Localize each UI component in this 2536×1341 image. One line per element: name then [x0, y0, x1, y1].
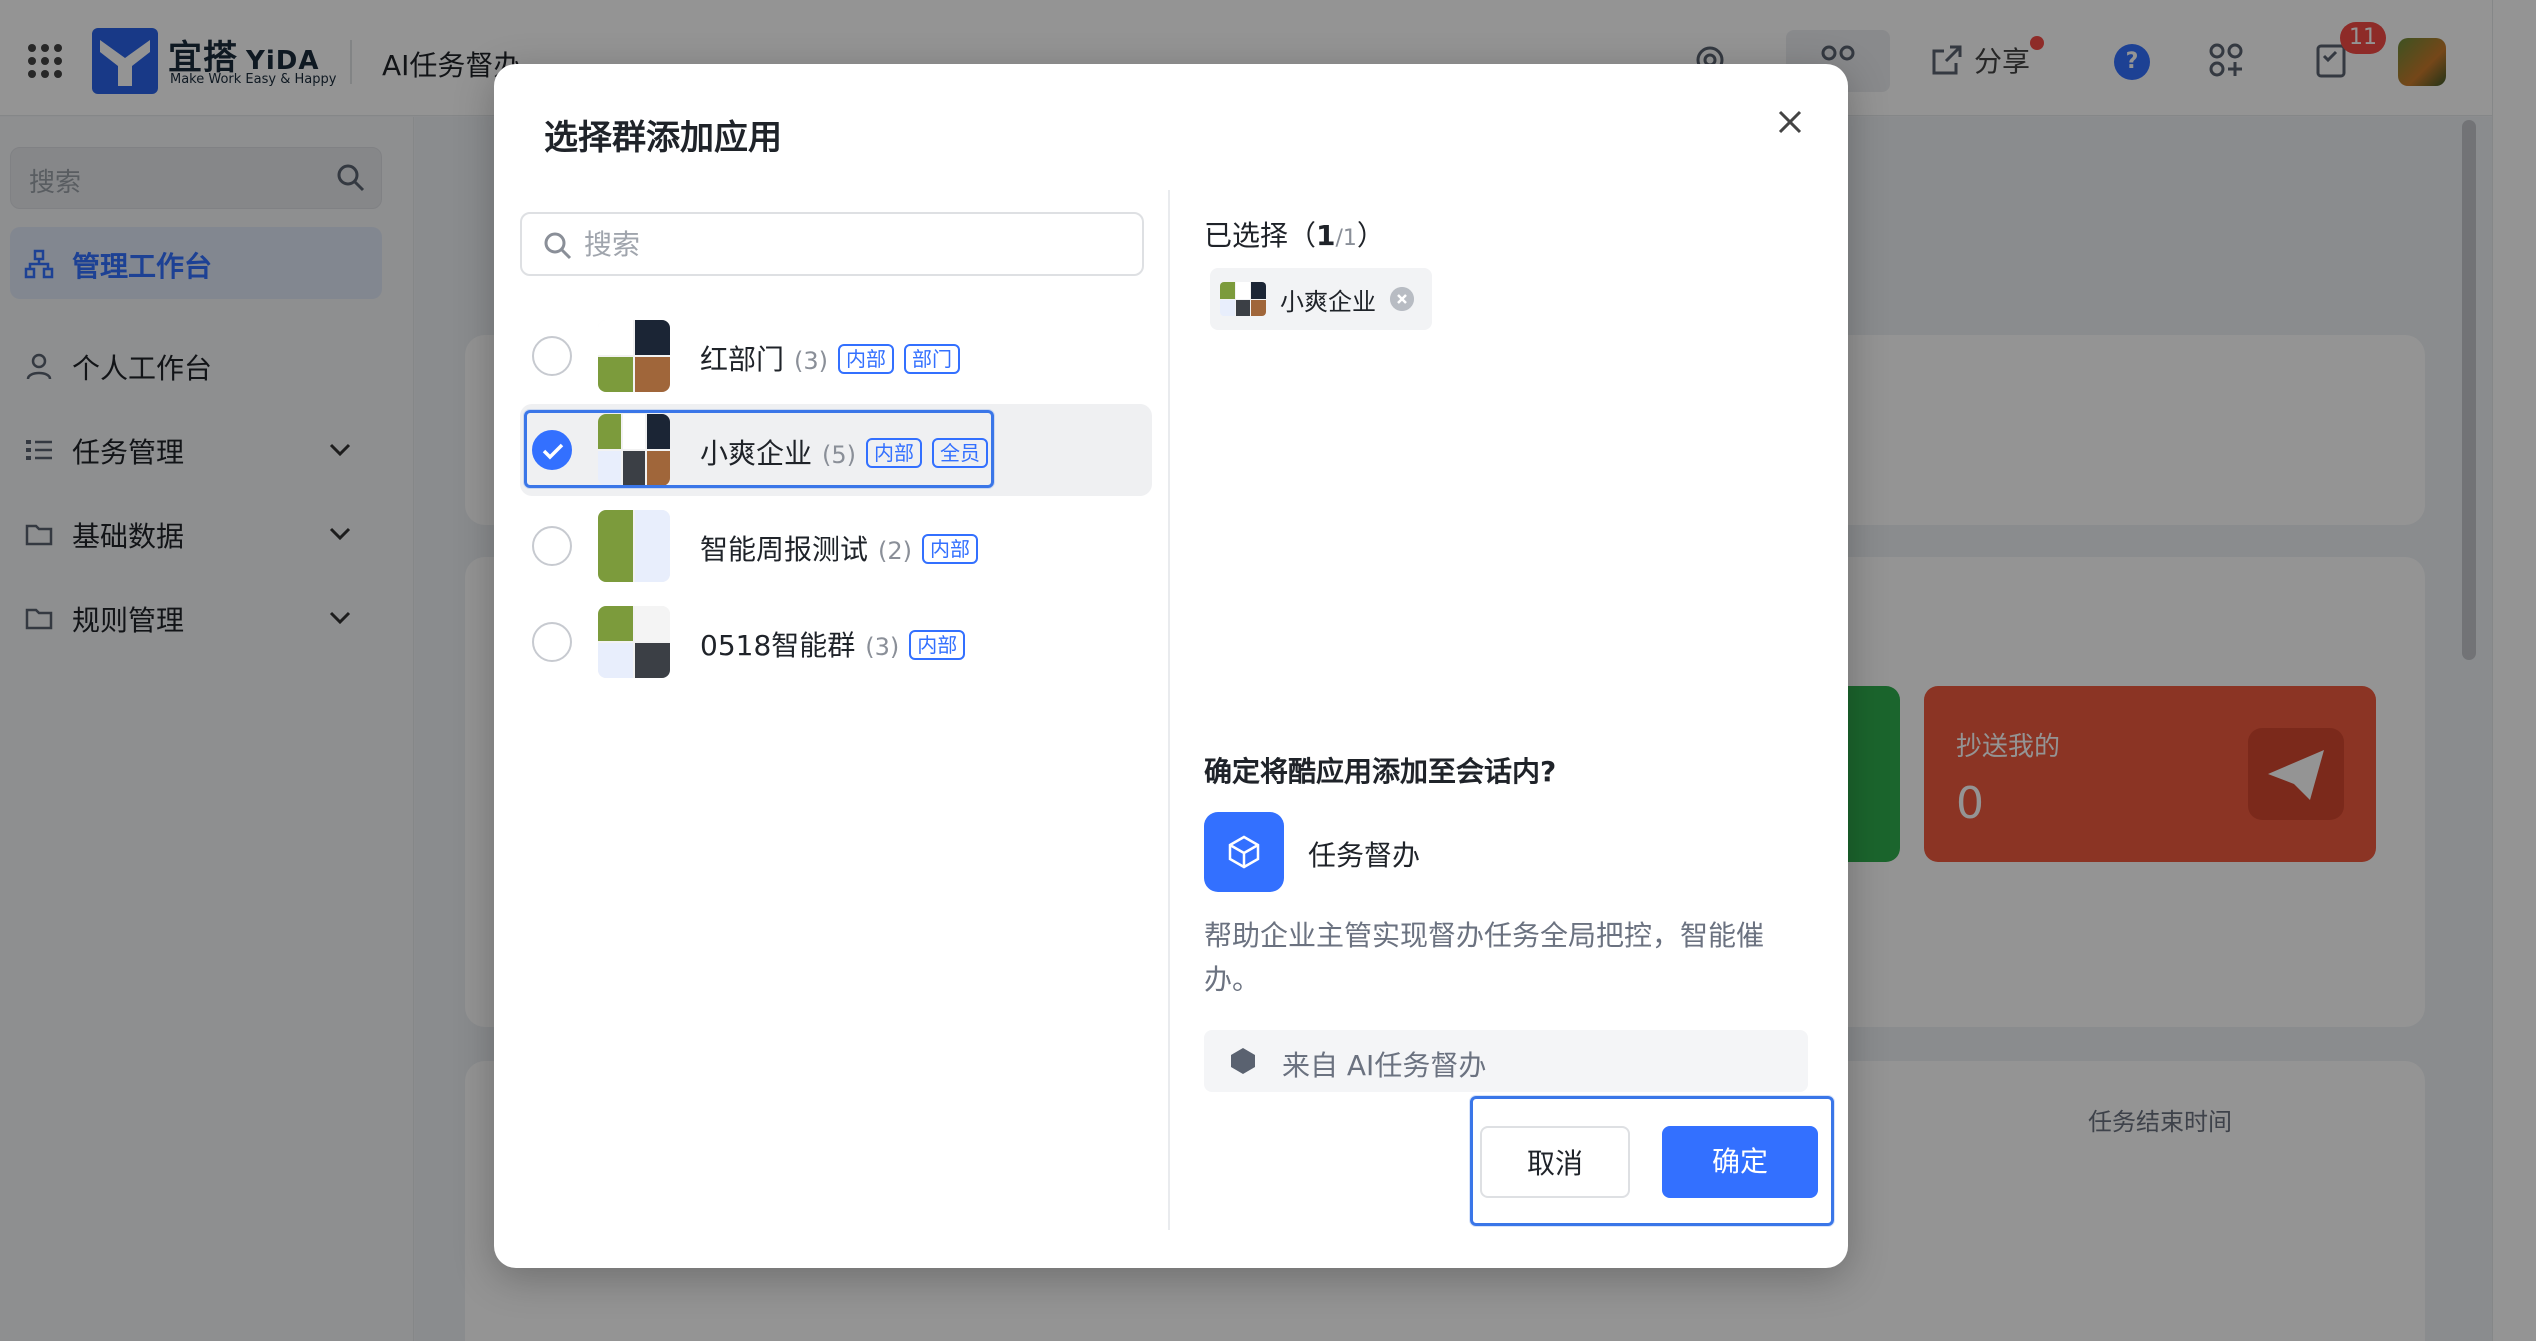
modal-title: 选择群添加应用: [544, 118, 782, 158]
radio-unchecked[interactable]: [532, 526, 572, 566]
app-name: 任务督办: [1308, 839, 1421, 872]
app-description: 帮助企业主管实现督办任务全局把控，智能催办。: [1204, 919, 1765, 996]
tag-internal: 内部: [838, 344, 895, 374]
group-member-count: (2): [878, 537, 913, 565]
group-name-text: 红部门: [700, 343, 785, 376]
tag-internal: 内部: [922, 534, 979, 564]
selected-count-label: 已选择（1/1）: [1204, 214, 1385, 254]
selected-chip: 小爽企业: [1210, 268, 1432, 330]
radio-unchecked[interactable]: [532, 622, 572, 662]
group-row-red-dept[interactable]: 红部门 (3) 内部 部门: [520, 310, 1152, 402]
radio-unchecked[interactable]: [532, 336, 572, 376]
close-icon[interactable]: [1768, 100, 1812, 144]
tag-internal: 内部: [909, 630, 966, 660]
selected-chip-avatar: [1220, 282, 1266, 316]
selection-highlight: [524, 410, 994, 488]
group-member-count: (3): [794, 347, 829, 375]
group-row-0518-smart[interactable]: 0518智能群 (3) 内部: [520, 596, 1152, 688]
search-icon: [544, 232, 572, 260]
selected-chip-name: 小爽企业: [1280, 287, 1376, 316]
selected-count: 1: [1316, 219, 1336, 252]
select-group-modal: 选择群添加应用 红部门(3)内部部门 小爽企业(5)内部全员: [494, 64, 1848, 1268]
group-avatar: [598, 606, 670, 678]
confirm-question: 确定将酷应用添加至会话内?: [1204, 755, 1557, 788]
selected-label-text: 已选择（: [1204, 219, 1317, 252]
group-name: 红部门 (3) 内部 部门: [700, 338, 961, 378]
app-source: 来自 AI任务督办: [1204, 1030, 1808, 1092]
source-app-icon: [1231, 1048, 1255, 1074]
tag-department: 部门: [904, 344, 961, 374]
group-name: 智能周报测试 (2) 内部: [700, 528, 979, 568]
group-avatar: [598, 320, 670, 392]
remove-icon[interactable]: [1390, 287, 1414, 311]
selected-total: /1: [1335, 226, 1357, 251]
group-name-text: 智能周报测试: [700, 533, 869, 566]
selected-close-paren: ）: [1356, 219, 1385, 252]
group-name-text: 0518智能群: [700, 629, 856, 662]
group-name: 0518智能群 (3) 内部: [700, 624, 966, 664]
group-member-count: (3): [865, 633, 900, 661]
group-search-input[interactable]: [584, 224, 1124, 264]
button-highlight: [1470, 1096, 1834, 1226]
group-search-field[interactable]: [520, 212, 1144, 276]
app-cube-icon: [1204, 812, 1284, 892]
group-row-weekly-report-test[interactable]: 智能周报测试 (2) 内部: [520, 500, 1152, 592]
group-avatar: [598, 510, 670, 582]
app-source-text: 来自 AI任务督办: [1282, 1049, 1487, 1082]
modal-divider: [1168, 190, 1170, 1230]
